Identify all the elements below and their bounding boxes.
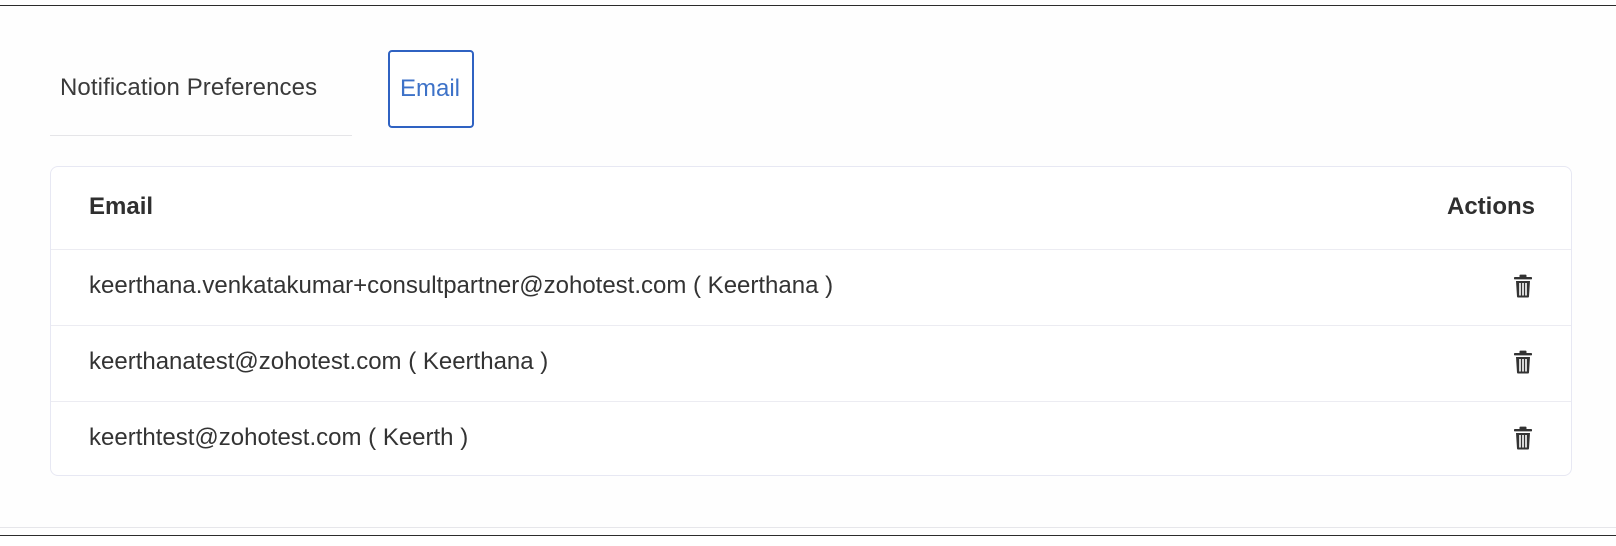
email-cell: keerthtest@zohotest.com ( Keerth ) <box>89 424 469 451</box>
tab-notification-preferences[interactable]: Notification Preferences <box>50 50 352 136</box>
email-table: Email Actions keerthana.venkatakumar+con… <box>50 166 1572 476</box>
trash-icon <box>1514 426 1532 450</box>
email-cell: keerthana.venkatakumar+consultpartner@zo… <box>89 272 834 299</box>
delete-button[interactable] <box>1513 350 1533 374</box>
table-row: keerthanatest@zohotest.com ( Keerthana ) <box>51 326 1571 402</box>
column-header-actions: Actions <box>1446 193 1535 220</box>
table-row: keerthana.venkatakumar+consultpartner@zo… <box>51 250 1571 326</box>
column-header-email: Email <box>89 193 154 220</box>
tab-email[interactable]: Email <box>388 50 474 128</box>
delete-button[interactable] <box>1513 274 1533 298</box>
trash-icon <box>1514 350 1532 374</box>
table-row: keerthtest@zohotest.com ( Keerth ) <box>51 402 1571 475</box>
email-cell: keerthanatest@zohotest.com ( Keerthana ) <box>89 348 549 375</box>
delete-button[interactable] <box>1513 426 1533 450</box>
table-header: Email Actions <box>51 167 1571 250</box>
tab-email-label: Email <box>400 75 461 102</box>
divider <box>0 527 1616 528</box>
tab-notification-preferences-label: Notification Preferences <box>60 74 318 101</box>
trash-icon <box>1514 274 1532 298</box>
